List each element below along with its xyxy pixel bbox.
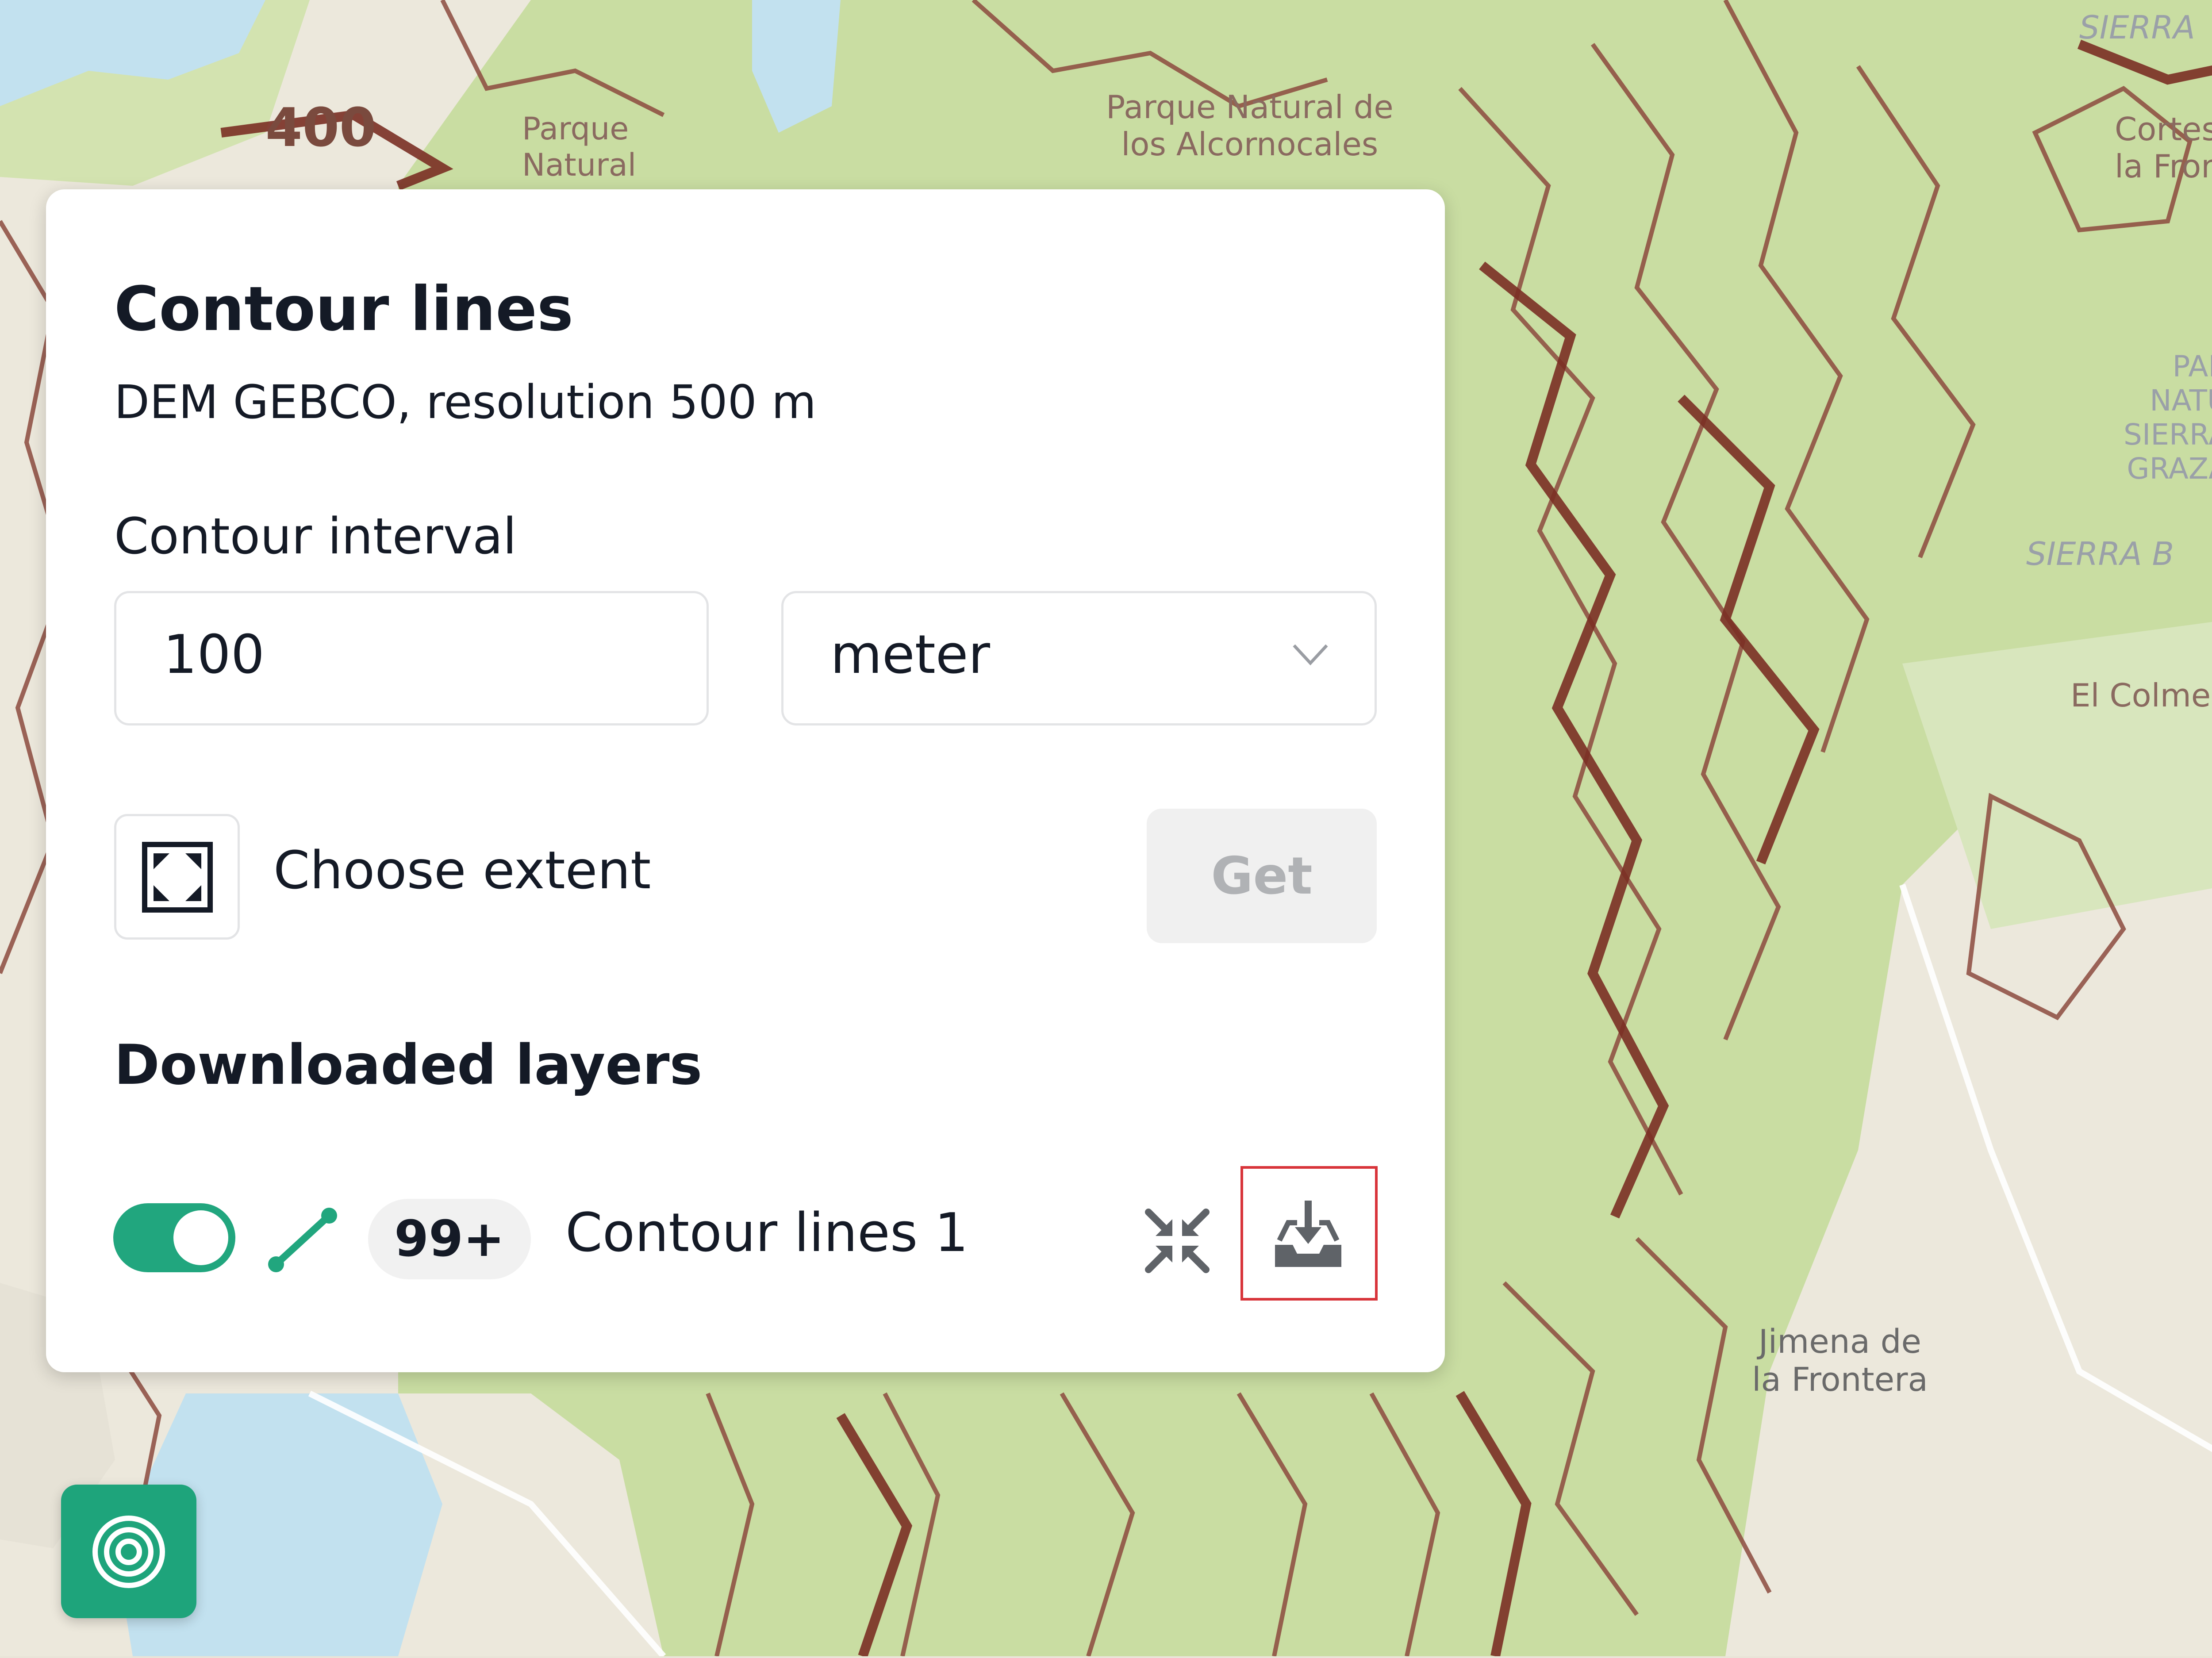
map-place-label: PAR NATU SIERRA GRAZA	[2124, 349, 2212, 486]
contour-lines-panel: Contour lines DEM GEBCO, resolution 500 …	[46, 189, 1445, 1372]
unit-select-value: meter	[830, 624, 990, 686]
choose-extent-button[interactable]	[114, 814, 240, 940]
choose-extent-label[interactable]: Choose extent	[273, 840, 651, 901]
toggle-knob	[173, 1210, 228, 1265]
unit-select[interactable]: meter	[781, 591, 1377, 725]
downloaded-layers-heading: Downloaded layers	[114, 1033, 703, 1097]
map-place-label: Jimena de la Frontera	[1752, 1323, 1928, 1399]
map-place-label: SIERRA B	[2026, 535, 2174, 572]
map-place-label: Parque Natural	[522, 111, 637, 183]
collapse-arrows-icon[interactable]	[1140, 1203, 1215, 1278]
layer-name: Contour lines 1	[565, 1202, 968, 1264]
contour-interval-input[interactable]: 100	[114, 591, 709, 725]
panel-subtitle: DEM GEBCO, resolution 500 m	[114, 375, 817, 429]
contour-interval-value: 100	[163, 624, 265, 686]
panel-title: Contour lines	[114, 273, 574, 345]
map-place-label: SIERRA	[2079, 9, 2195, 46]
layers-fab-button[interactable]	[61, 1485, 196, 1618]
map-place-label: Cortes la Fron	[2115, 111, 2212, 185]
map-elevation-label: 400	[265, 97, 376, 159]
frame-corners-icon	[142, 842, 213, 913]
concentric-rings-icon	[92, 1516, 165, 1588]
contour-interval-label: Contour interval	[114, 508, 517, 565]
line-segment-icon	[268, 1208, 337, 1272]
map-place-label: Parque Natural de los Alcornocales	[1106, 88, 1394, 163]
chevron-down-icon	[1293, 644, 1328, 666]
feature-count-badge: 99+	[368, 1199, 531, 1279]
layer-visibility-toggle[interactable]	[113, 1203, 235, 1272]
map-place-label: El Colme	[2070, 677, 2211, 714]
get-button[interactable]: Get	[1147, 809, 1377, 943]
download-layer-button[interactable]	[1240, 1166, 1378, 1301]
download-tray-icon	[1275, 1201, 1341, 1267]
